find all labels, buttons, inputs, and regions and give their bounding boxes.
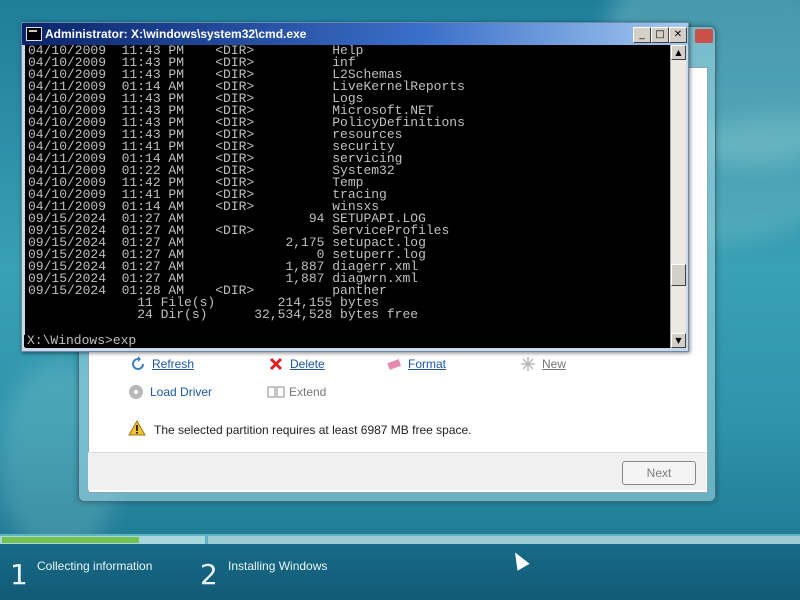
step1-label: Collecting information (37, 559, 153, 573)
scroll-thumb[interactable] (671, 264, 686, 286)
extend-label: Extend (289, 385, 327, 399)
step1-number: 1 (10, 558, 28, 591)
load-driver-link[interactable]: Load Driver (128, 384, 212, 400)
delete-icon (268, 356, 284, 372)
load-driver-label: Load Driver (150, 385, 213, 399)
new-icon (520, 356, 536, 372)
refresh-icon (130, 356, 146, 372)
refresh-label: Refresh (152, 357, 195, 371)
extend-link[interactable]: Extend (267, 384, 326, 400)
warning-icon (128, 419, 146, 439)
scroll-down-button[interactable]: ▼ (671, 333, 686, 348)
warning-text: The selected partition requires at least… (154, 422, 472, 437)
console-scrollbar[interactable]: ▲ ▼ (670, 45, 686, 348)
step2-progress-segment (208, 536, 800, 544)
minimize-button[interactable]: _ (633, 27, 651, 43)
extend-icon (267, 384, 285, 400)
step2-number: 2 (200, 558, 218, 591)
cmd-app-icon (26, 27, 42, 41)
format-link[interactable]: Format (386, 356, 446, 372)
next-button[interactable]: Next (622, 461, 696, 485)
format-label: Format (408, 357, 447, 371)
cmd-window: Administrator: X:\windows\system32\cmd.e… (21, 22, 689, 352)
new-label: New (542, 357, 567, 371)
command-prompt[interactable]: X:\Windows>exp (27, 334, 136, 347)
load-driver-icon (128, 384, 144, 400)
cmd-title: Administrator: X:\windows\system32\cmd.e… (45, 27, 307, 41)
space-warning: The selected partition requires at least… (128, 419, 472, 439)
step2-label: Installing Windows (228, 559, 328, 573)
setup-close-button[interactable] (695, 29, 713, 43)
format-icon (386, 356, 402, 372)
setup-footer (88, 453, 706, 490)
console-lines: 04/10/2009 11:43 PM <DIR> Help 04/10/200… (28, 45, 465, 322)
cmd-title-bar[interactable]: Administrator: X:\windows\system32\cmd.e… (22, 23, 688, 45)
new-link[interactable]: New (520, 356, 566, 372)
prompt-row[interactable]: X:\Windows>exp (24, 334, 669, 347)
scroll-up-button[interactable]: ▲ (671, 45, 686, 60)
delete-link[interactable]: Delete (268, 356, 325, 372)
maximize-button[interactable]: □ (651, 27, 669, 43)
console-output[interactable]: 04/10/2009 11:43 PM <DIR> Help 04/10/200… (25, 45, 670, 348)
step1-progress-fill (2, 537, 139, 543)
delete-label: Delete (290, 357, 325, 371)
refresh-link[interactable]: Refresh (130, 356, 194, 372)
close-button[interactable]: ✕ (669, 27, 687, 43)
